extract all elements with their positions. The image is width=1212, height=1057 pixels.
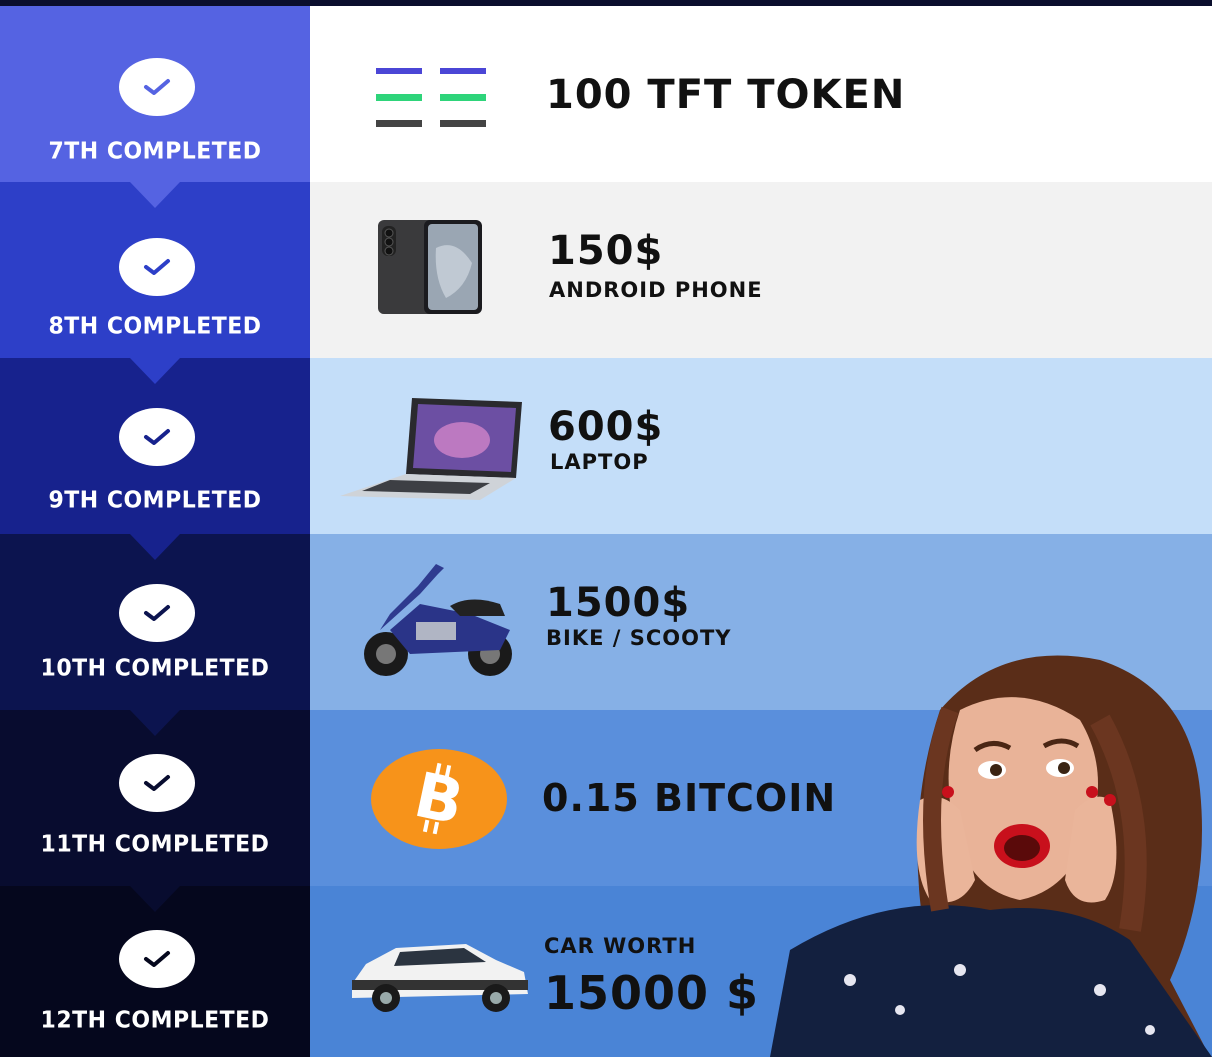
reward-row-9: 9TH COMPLETED 600$ LAPTOP xyxy=(0,358,1212,560)
step-label: 10TH COMPLETED xyxy=(40,655,270,682)
scooter-icon xyxy=(364,564,512,676)
car-icon xyxy=(352,944,528,1012)
tft-token-logo-icon xyxy=(376,68,486,127)
step-label: 12TH COMPLETED xyxy=(40,1007,270,1034)
reward-panel: 100 TFT TOKEN xyxy=(310,6,1212,182)
reward-row-8: 8TH COMPLETED 150$ ANDROID PHONE xyxy=(0,182,1212,384)
reward-title: 1500$ xyxy=(546,580,691,626)
step-panel: 11TH COMPLETED xyxy=(0,710,310,912)
android-phone-icon xyxy=(378,220,482,314)
reward-pretitle: CAR WORTH xyxy=(544,934,697,958)
step-panel: 8TH COMPLETED xyxy=(0,182,310,384)
reward-subtitle: BIKE / SCOOTY xyxy=(546,626,732,650)
reward-subtitle: LAPTOP xyxy=(550,450,649,474)
checkmark-icon xyxy=(119,754,195,812)
reward-panel: 600$ LAPTOP xyxy=(310,358,1212,534)
checkmark-icon xyxy=(119,408,195,466)
step-panel: 7TH COMPLETED xyxy=(0,6,310,208)
reward-panel: 150$ ANDROID PHONE xyxy=(310,182,1212,358)
reward-title: 100 TFT TOKEN xyxy=(546,72,906,118)
checkmark-icon xyxy=(119,584,195,642)
reward-title: 15000 $ xyxy=(544,966,760,1020)
step-panel: 10TH COMPLETED xyxy=(0,534,310,736)
checkmark-icon xyxy=(119,930,195,988)
step-panel: 9TH COMPLETED xyxy=(0,358,310,560)
step-label: 9TH COMPLETED xyxy=(48,487,262,514)
reward-row-7: 7TH COMPLETED 100 TFT TOKEN xyxy=(0,6,1212,208)
laptop-icon xyxy=(340,398,522,500)
step-label: 7TH COMPLETED xyxy=(48,138,262,165)
surprised-woman-image xyxy=(770,655,1212,1057)
reward-title: 150$ xyxy=(548,228,664,274)
reward-title: 600$ xyxy=(548,404,664,450)
checkmark-icon xyxy=(119,58,195,116)
bitcoin-icon: B xyxy=(371,749,507,849)
checkmark-icon xyxy=(119,238,195,296)
step-label: 8TH COMPLETED xyxy=(48,313,262,340)
step-label: 11TH COMPLETED xyxy=(40,831,270,858)
reward-subtitle: ANDROID PHONE xyxy=(549,278,763,302)
